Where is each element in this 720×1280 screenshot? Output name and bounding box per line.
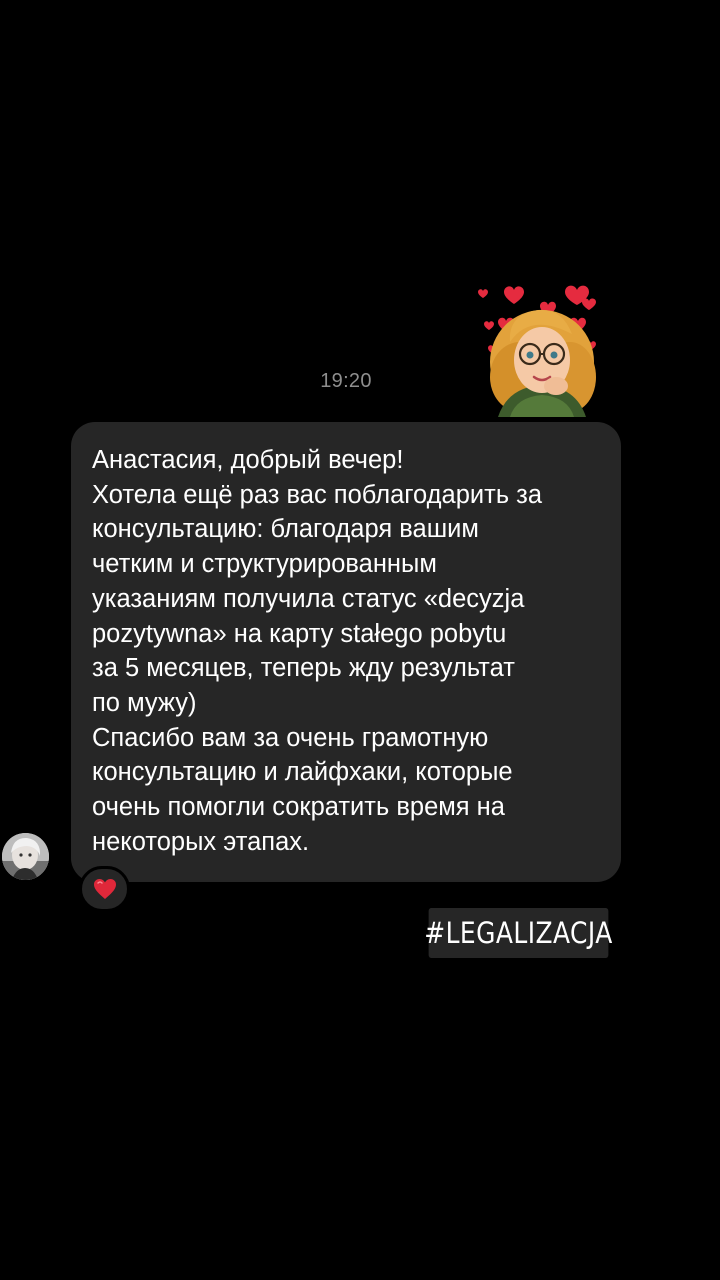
message-timestamp: 19:20 xyxy=(320,370,372,392)
sender-avatar-image xyxy=(2,833,49,880)
memoji-heart-sticker-icon xyxy=(478,285,596,417)
red-heart-icon xyxy=(93,879,116,899)
incoming-message-bubble[interactable]: Анастасия, добрый вечер! Хотела ещё раз … xyxy=(71,422,621,882)
hashtag-sticker[interactable]: #LEGALIZACJA xyxy=(424,908,612,958)
memoji-heart-sticker[interactable] xyxy=(470,282,610,417)
avatar[interactable] xyxy=(2,833,49,880)
message-body: Хотела ещё раз вас поблагодарить за конс… xyxy=(92,480,543,717)
message-closing: Спасибо вам за очень грамотную консульта… xyxy=(92,723,513,856)
message-greeting: Анастасия, добрый вечер! xyxy=(92,446,404,474)
heart-reaction[interactable] xyxy=(79,866,130,912)
